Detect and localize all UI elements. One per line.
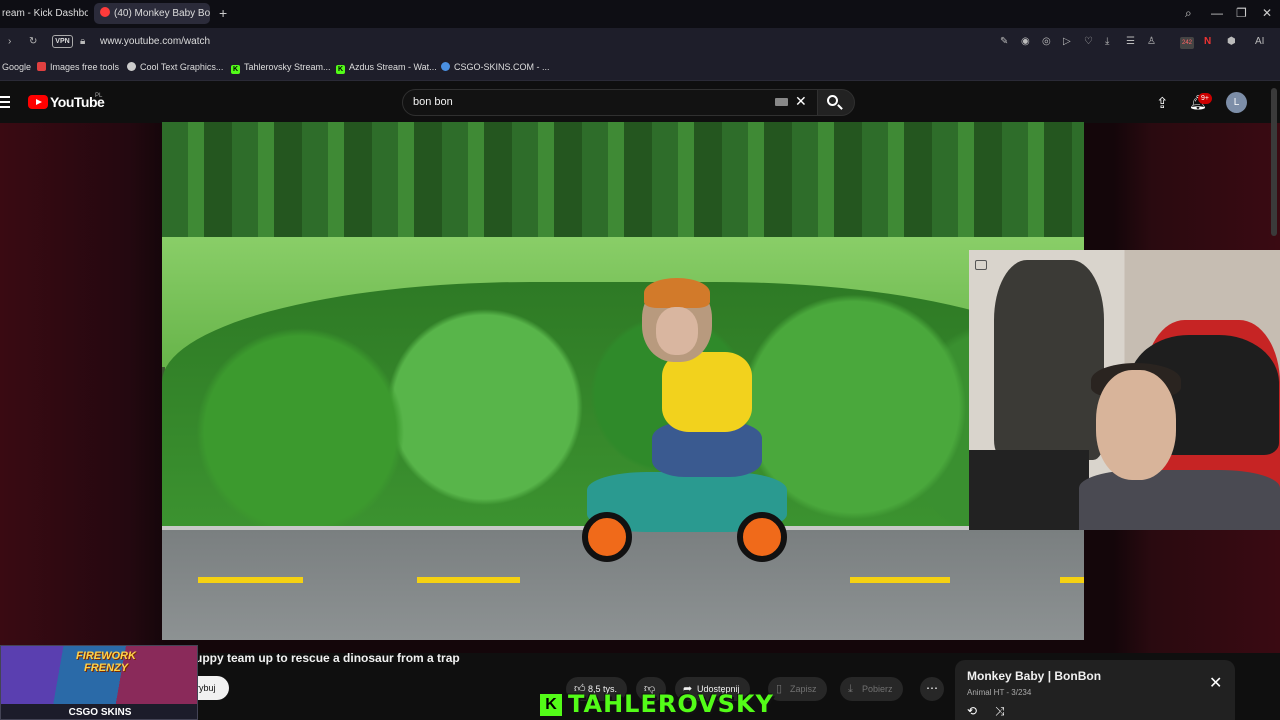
quad-wheel	[582, 512, 632, 562]
bookmark-label: Cool Text Graphics...	[140, 62, 224, 72]
road-dash	[1060, 577, 1084, 583]
vpn-badge[interactable]: VPN	[52, 35, 73, 48]
webcam-coat	[994, 260, 1104, 460]
hamburger-menu-icon[interactable]	[0, 96, 10, 111]
bookmark-label: CSGO-SKINS.COM - ...	[454, 62, 550, 72]
monkey-hair	[644, 278, 710, 308]
url-field[interactable]: www.youtube.com/watch	[100, 36, 210, 47]
download-icon: ⤓	[848, 683, 853, 695]
bookmark-label: Azdus Stream - Wat...	[349, 62, 437, 72]
extension-n-icon[interactable]: N	[1204, 36, 1211, 47]
bookmark-tahlerovsky-stream[interactable]: K Tahlerovsky Stream...	[231, 62, 331, 74]
profile-icon[interactable]: ♙	[1147, 36, 1156, 47]
bookmark-label: Images free tools	[50, 62, 120, 72]
playlist-subtitle: Animal HT - 3/234	[967, 688, 1032, 697]
webcam-corner-icon	[975, 260, 987, 270]
bookmark-google[interactable]: Google	[2, 62, 31, 72]
country-code: PL	[95, 93, 103, 99]
avatar[interactable]: L	[1226, 92, 1247, 113]
lock-icon[interactable]: 🔒︎	[80, 36, 85, 47]
save-label: Zapisz	[790, 684, 817, 694]
webcam-overlay	[969, 250, 1280, 530]
close-window-icon[interactable]: ✕	[1262, 6, 1272, 20]
road-dash	[417, 577, 520, 583]
csgo-skins-overlay: FIREWORK FRENZY CSGO SKINS	[0, 645, 198, 720]
kick-logo-icon: K	[540, 694, 562, 716]
road-dash	[198, 577, 303, 583]
forward-icon[interactable]: ›	[8, 36, 11, 47]
webcam-desk	[969, 450, 1089, 530]
menu-icon[interactable]: ☰	[1126, 36, 1135, 47]
loop-icon[interactable]: ⟲	[967, 704, 977, 718]
youtube-favicon-icon	[100, 7, 110, 17]
camera-icon[interactable]: ◉	[1021, 36, 1030, 47]
edit-icon[interactable]: ✎	[1000, 36, 1008, 47]
play-icon[interactable]: ▷	[1063, 36, 1071, 47]
tab-kick-dashboard[interactable]: ream - Kick Dashboard	[0, 3, 88, 24]
monkey-face	[656, 307, 698, 355]
streamer-watermark: TAHLEROVSKY	[568, 690, 774, 718]
video-title: uppy team up to rescue a dinosaur from a…	[195, 651, 460, 665]
shield-icon[interactable]: ◎	[1042, 36, 1051, 47]
notification-count-badge: 9+	[1198, 93, 1212, 104]
kick-icon: K	[336, 65, 345, 74]
webcam-person-head	[1096, 370, 1176, 480]
restore-icon[interactable]: ❐	[1236, 6, 1247, 20]
cooltext-icon	[127, 62, 136, 71]
ai-assistant-icon[interactable]: AI	[1255, 36, 1264, 47]
search-icon[interactable]	[827, 95, 838, 106]
search-input[interactable]	[402, 89, 818, 116]
tab-label: ream - Kick Dashboard	[2, 8, 88, 19]
quad-wheel	[737, 512, 787, 562]
heart-icon[interactable]: ♡	[1084, 36, 1093, 47]
ai-label: AI	[1255, 36, 1265, 47]
search-value[interactable]: bon bon	[413, 96, 453, 108]
download-label: Pobierz	[862, 684, 893, 694]
shuffle-icon[interactable]: ⤨	[995, 704, 1005, 719]
download-icon[interactable]: ⤓	[1105, 36, 1109, 47]
bookmark-label: Tahlerovsky Stream...	[244, 62, 331, 72]
download-button[interactable]: ⤓ Pobierz	[840, 677, 903, 701]
minimize-icon[interactable]: —	[1211, 6, 1223, 20]
csgo-brand-text: CSGO SKINS	[1, 704, 197, 719]
csgo-promo-text: FIREWORK FRENZY	[76, 650, 136, 674]
csgo-icon	[441, 62, 450, 71]
youtube-logo-icon[interactable]	[28, 95, 48, 109]
close-playlist-icon[interactable]: ✕	[1209, 673, 1222, 693]
page-scrollbar[interactable]	[1271, 88, 1277, 236]
webcam-person-body	[1079, 470, 1280, 530]
bookmark-icon: ▯	[776, 683, 783, 695]
clear-search-icon[interactable]: ✕	[795, 93, 807, 110]
bookmark-images-free-tools[interactable]: Images free tools	[37, 62, 119, 72]
save-button[interactable]: ▯ Zapisz	[768, 677, 827, 701]
playlist-title[interactable]: Monkey Baby | BonBon	[967, 669, 1101, 683]
video-player[interactable]	[162, 122, 1084, 640]
tab-label: (40) Monkey Baby Bon Bo	[114, 8, 210, 19]
monkey-shirt	[662, 352, 752, 432]
extension-badge-icon[interactable]: 242	[1180, 37, 1194, 49]
road-dash	[850, 577, 950, 583]
bookmark-cool-text[interactable]: Cool Text Graphics...	[127, 62, 223, 72]
bookmark-csgo-skins[interactable]: CSGO-SKINS.COM - ...	[441, 62, 550, 72]
keyboard-icon[interactable]	[775, 98, 788, 106]
bookmark-icon	[37, 62, 46, 71]
bookmark-azdus-stream[interactable]: K Azdus Stream - Wat...	[336, 62, 437, 74]
extension-cube-icon[interactable]: ⬢	[1227, 36, 1236, 47]
kick-icon: K	[231, 65, 240, 74]
upload-icon[interactable]: ⇪	[1156, 94, 1169, 112]
tab-youtube-video[interactable]: (40) Monkey Baby Bon Bo	[94, 3, 210, 24]
reload-icon[interactable]: ↻	[29, 36, 37, 47]
search-tabs-icon[interactable]: ⌕	[1185, 6, 1192, 21]
more-actions-icon[interactable]: ⋯	[920, 677, 944, 701]
new-tab-icon[interactable]: +	[219, 5, 227, 21]
bookmark-label: Google	[2, 62, 32, 72]
video-forest	[162, 122, 1084, 237]
